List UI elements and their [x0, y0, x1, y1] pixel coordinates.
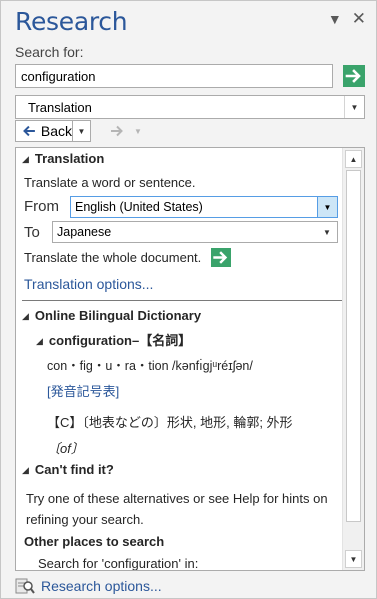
translation-prompt: Translate a word or sentence.	[24, 175, 196, 190]
translate-document-go-icon[interactable]	[211, 248, 231, 267]
close-icon[interactable]: ✕	[352, 10, 366, 27]
to-language-value: Japanese	[57, 225, 112, 239]
back-button[interactable]: Back	[15, 120, 73, 142]
footer: Research options...	[15, 577, 162, 595]
from-language-value: English (United States)	[75, 200, 203, 214]
back-label: Back	[40, 123, 72, 139]
translation-section-header[interactable]: ◢ Translation	[22, 151, 104, 166]
definition: 【C】〔地表などの〕形状, 地形, 輪郭; 外形	[47, 415, 293, 430]
back-history-dropdown-icon[interactable]: ▼	[73, 120, 91, 142]
cant-find-heading: Can't find it?	[34, 462, 114, 477]
collapse-triangle-icon[interactable]: ◢	[22, 154, 29, 165]
results-scrollbar[interactable]: ▲ ▼	[342, 148, 364, 570]
service-selected-value: Translation	[28, 100, 92, 115]
from-label: From	[24, 198, 59, 215]
results-panel: ◢ Translation Translate a word or sentenc…	[15, 147, 365, 571]
translation-options-link[interactable]: Translation options...	[24, 276, 153, 292]
research-options-link[interactable]: Research options...	[41, 578, 162, 594]
translation-heading: Translation	[34, 151, 105, 166]
collapse-triangle-icon[interactable]: ◢	[22, 311, 29, 322]
cant-find-section-header[interactable]: ◢ Can't find it?	[22, 462, 114, 477]
dictionary-entry-header[interactable]: ◢ configuration–【名詞】	[36, 330, 191, 349]
translate-whole-document: Translate the whole document.	[24, 250, 202, 265]
chevron-down-icon[interactable]: ▼	[317, 222, 337, 242]
search-for-in: Search for 'configuration' in:	[38, 556, 199, 571]
phonetic-symbols-link[interactable]: [発音記号表]	[47, 381, 119, 400]
pronunciation: con・fig・u・ra・tion /kənfı̇gjᵘréɪʃən/	[47, 359, 253, 373]
start-search-go-icon[interactable]	[343, 65, 365, 87]
results-content: ◢ Translation Translate a word or sentenc…	[16, 148, 342, 570]
chevron-down-icon[interactable]: ▼	[317, 197, 337, 217]
from-language-select[interactable]: English (United States) ▼	[70, 196, 338, 218]
other-places-heading: Other places to search	[24, 534, 165, 549]
scroll-up-icon[interactable]: ▲	[345, 150, 362, 168]
collapse-triangle-icon[interactable]: ◢	[22, 465, 29, 476]
to-language-select[interactable]: Japanese ▼	[52, 221, 338, 243]
entry-head: configuration–【名詞】	[48, 333, 192, 348]
section-divider	[22, 300, 342, 301]
chevron-down-icon[interactable]: ▼	[344, 96, 364, 118]
search-input[interactable]	[15, 64, 333, 88]
forward-button[interactable]	[105, 120, 129, 142]
collapse-triangle-icon[interactable]: ◢	[36, 336, 43, 347]
back-arrow-icon	[23, 125, 35, 137]
dictionary-section-header[interactable]: ◢ Online Bilingual Dictionary	[22, 308, 201, 323]
research-pane: Research ▼ ✕ Search for: Translation ▼ B…	[0, 0, 377, 599]
to-label: To	[24, 224, 40, 241]
cant-find-text-line1: Try one of these alternatives or see Hel…	[26, 491, 328, 506]
pane-options-dropdown-icon[interactable]: ▼	[328, 11, 342, 27]
research-options-icon	[15, 578, 35, 594]
title-controls: ▼ ✕	[328, 10, 366, 27]
forward-history-dropdown-icon[interactable]: ▼	[129, 120, 147, 142]
scroll-down-icon[interactable]: ▼	[345, 550, 362, 568]
definition-continued: 〔of〕	[47, 441, 84, 456]
research-service-select[interactable]: Translation ▼	[15, 95, 365, 119]
forward-arrow-icon	[111, 125, 123, 137]
scroll-thumb[interactable]	[346, 170, 361, 522]
cant-find-text-line2: refining your search.	[26, 512, 144, 527]
dictionary-heading: Online Bilingual Dictionary	[34, 308, 202, 323]
pane-title: Research	[15, 7, 128, 36]
search-label: Search for:	[15, 44, 84, 60]
